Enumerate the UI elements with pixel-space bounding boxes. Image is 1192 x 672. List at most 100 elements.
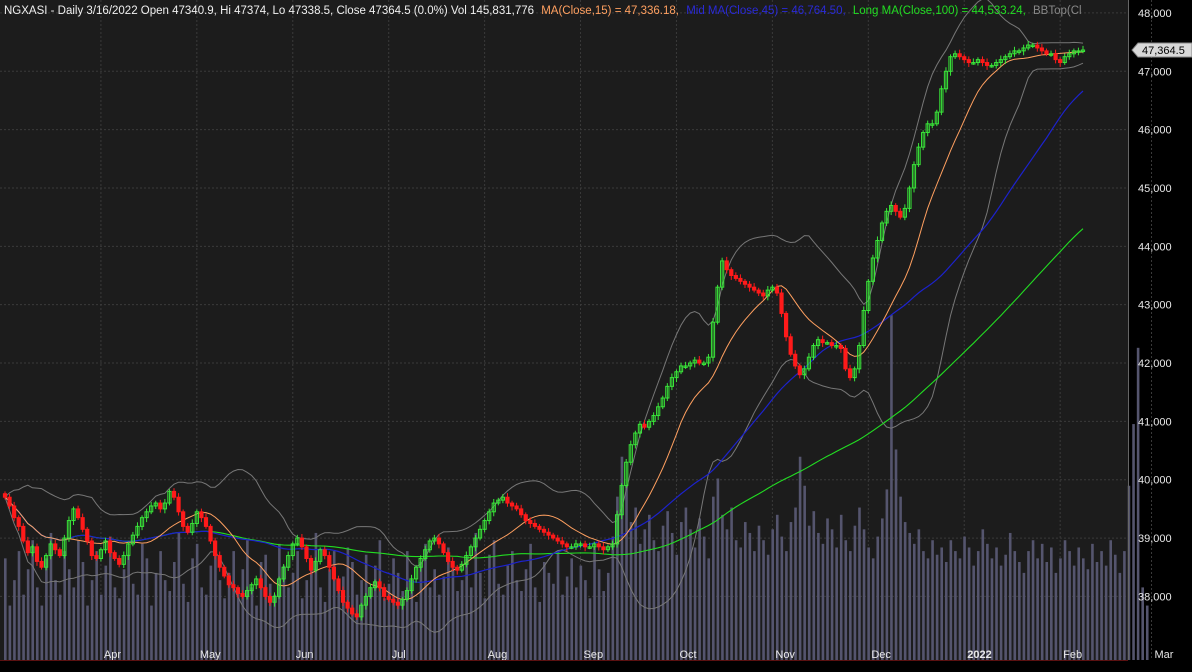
volume-bar <box>999 565 1003 660</box>
candle-body <box>642 423 647 428</box>
volume-bar <box>894 449 898 660</box>
candle-body <box>564 543 569 548</box>
volume-bar <box>734 540 738 660</box>
candle-body <box>560 540 565 545</box>
volume-bar <box>817 532 820 660</box>
volume-bar <box>748 532 752 660</box>
candle-body <box>436 537 442 545</box>
candle-body <box>733 275 738 279</box>
volume-bar <box>296 551 299 660</box>
candle-body <box>984 62 990 66</box>
volume-bar <box>241 569 245 660</box>
volume-bar <box>780 536 784 660</box>
candle-body <box>756 289 761 294</box>
candle-body <box>226 575 231 586</box>
volume-bar <box>511 551 514 660</box>
volume-bar <box>90 580 94 660</box>
volume-bar <box>958 558 962 660</box>
volume-bar <box>556 551 560 660</box>
volume-bar <box>707 558 711 660</box>
candle-body <box>382 587 387 597</box>
last-price-marker: 47,364.5 <box>1131 42 1192 58</box>
volume-bar <box>543 561 546 660</box>
candle-body <box>738 277 743 282</box>
volume-bar <box>474 532 478 660</box>
volume-bar <box>1059 558 1062 660</box>
time-tick-label: Apr <box>104 649 121 661</box>
volume-bar <box>821 543 825 660</box>
volume-bar <box>415 601 418 660</box>
candle-body <box>980 59 985 64</box>
candle-body <box>208 525 213 542</box>
volume-bar <box>323 601 327 660</box>
volume-bar <box>150 605 153 660</box>
candle-body <box>893 204 898 212</box>
volume-bar <box>876 536 880 660</box>
volume-bar <box>986 543 989 660</box>
candle-body <box>16 517 21 527</box>
volume-bar <box>1031 540 1035 660</box>
candle-body <box>546 531 551 536</box>
volume-bar <box>944 561 948 660</box>
candle-body <box>528 520 533 524</box>
volume-bar <box>1018 561 1021 660</box>
candle-body <box>519 508 524 516</box>
volume-bar <box>972 565 975 660</box>
volume-bar <box>392 558 395 660</box>
volume-bar <box>1132 424 1135 660</box>
volume-bar <box>1113 554 1117 660</box>
volume-bar <box>1004 554 1007 660</box>
volume-bar <box>908 532 912 660</box>
volume-bar <box>963 536 966 660</box>
volume-bar <box>794 507 797 660</box>
volume-bar <box>652 540 656 660</box>
volume-bar <box>766 554 770 660</box>
volume-bar <box>1040 543 1044 660</box>
volume-bar <box>693 547 697 660</box>
volume-bar <box>949 540 953 660</box>
volume-bar <box>31 540 35 660</box>
candle-body <box>509 502 515 507</box>
volume-bar <box>396 572 400 660</box>
chart-header: NGXASI - Daily 3/16/2022 Open 47340.9, H… <box>4 5 1082 17</box>
candle-body <box>788 336 793 355</box>
candle-body <box>450 560 455 568</box>
volume-bar <box>698 518 701 660</box>
volume-bar <box>844 540 848 660</box>
volume-bar <box>456 591 459 660</box>
volume-bar <box>853 525 857 660</box>
candle-body <box>263 587 268 597</box>
candle-body <box>53 543 58 551</box>
volume-bar <box>72 587 76 660</box>
volume-bar <box>469 587 473 660</box>
candle-body <box>729 269 734 277</box>
stock-chart[interactable]: 38,000 39,000 40,000 41,000 42,000 43,000 44,0… <box>0 0 1192 672</box>
volume-bar <box>95 551 98 660</box>
volume-bar <box>689 529 692 660</box>
price-tick-label: 42,000 <box>1138 358 1172 370</box>
candle-body <box>1039 47 1044 52</box>
volume-bar <box>328 569 331 660</box>
time-tick-label: 2022 <box>967 649 991 661</box>
candle-body <box>107 540 113 554</box>
candle-body <box>774 286 780 294</box>
time-tick-label: Jul <box>392 649 406 661</box>
volume-bar <box>807 525 811 660</box>
volume-bar <box>122 569 126 660</box>
volume-bar <box>597 569 601 660</box>
volume-bar <box>314 532 318 660</box>
volume-bar <box>579 565 583 660</box>
candle-body <box>240 592 245 597</box>
candle-body <box>185 525 190 533</box>
volume-bar <box>1054 572 1058 660</box>
volume-bar <box>890 315 893 660</box>
candle-body <box>308 557 314 571</box>
volume-bar <box>424 543 427 660</box>
candle-body <box>697 359 702 364</box>
volume-bar <box>58 594 62 660</box>
volume-bar <box>1072 565 1076 660</box>
volume-bar <box>940 547 943 660</box>
volume-bar <box>762 540 765 660</box>
volume-bar <box>552 583 555 660</box>
volume-bar <box>716 478 720 660</box>
